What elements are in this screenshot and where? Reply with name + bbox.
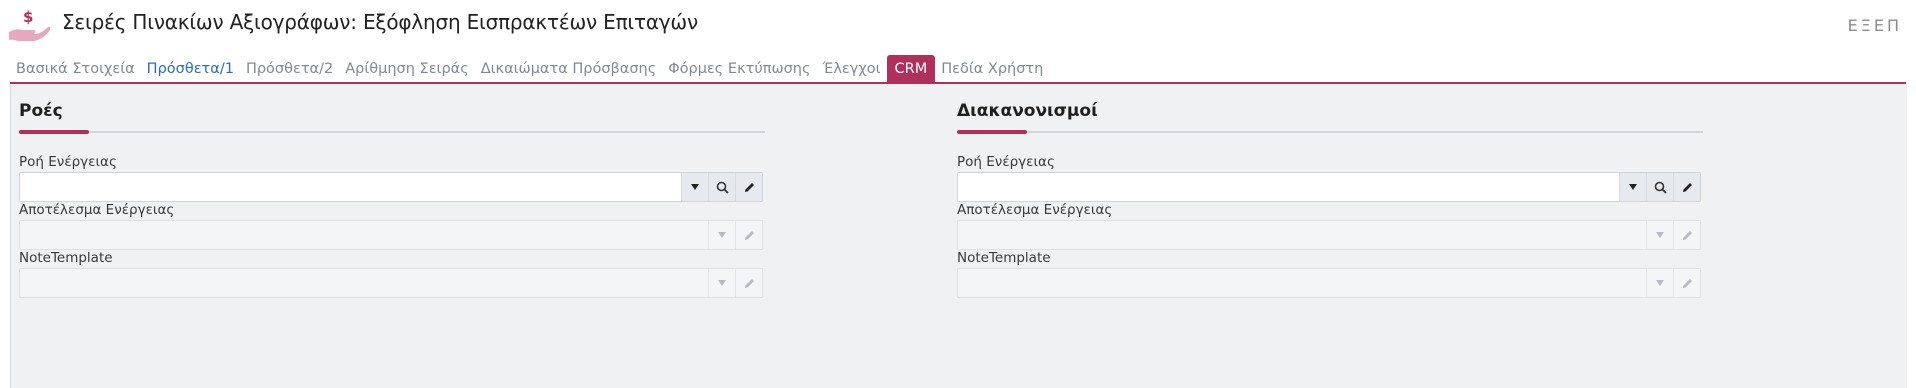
dropdown-arrow-icon bbox=[1646, 221, 1673, 249]
window-controls[interactable]: ΕΞΕΠ bbox=[1848, 16, 1902, 35]
section-accent-bar bbox=[957, 130, 1027, 134]
dropdown-arrow-icon[interactable] bbox=[1619, 173, 1646, 201]
note-template-field bbox=[957, 268, 1701, 298]
tab-series-numbering[interactable]: Αρίθμηση Σειράς bbox=[339, 55, 474, 83]
search-icon[interactable] bbox=[1646, 173, 1673, 201]
action-flow-field[interactable] bbox=[957, 172, 1701, 202]
action-result-field bbox=[19, 220, 763, 250]
window-header: $ Σειρές Πινακίων Αξιογράφων: Εξόφληση Ε… bbox=[0, 0, 1916, 52]
tab-bar: Βασικά Στοιχεία Πρόσθετα/1 Πρόσθετα/2 Αρ… bbox=[10, 55, 1049, 83]
tab-content-panel: Ροές Ροή Ενέργειας Αποτέλεσμα Ενέργειας bbox=[10, 84, 1907, 388]
note-template-input bbox=[20, 269, 676, 297]
field-label: Ροή Ενέργειας bbox=[957, 154, 1055, 170]
section-divider bbox=[957, 131, 1703, 133]
section-accent-bar bbox=[19, 130, 89, 134]
search-icon[interactable] bbox=[708, 173, 735, 201]
action-result-input bbox=[20, 221, 676, 249]
dropdown-arrow-icon[interactable] bbox=[681, 173, 708, 201]
dropdown-arrow-icon bbox=[708, 269, 735, 297]
hand-money-icon: $ bbox=[9, 8, 51, 41]
field-label: Αποτέλεσμα Ενέργειας bbox=[957, 202, 1113, 218]
field-label: NoteTemplate bbox=[957, 250, 1051, 266]
field-label: NoteTemplate bbox=[19, 250, 113, 266]
action-flow-input[interactable] bbox=[20, 173, 676, 201]
tab-basic-info[interactable]: Βασικά Στοιχεία bbox=[10, 55, 141, 83]
edit-pencil-icon bbox=[735, 221, 762, 249]
tab-user-fields[interactable]: Πεδία Χρήστη bbox=[935, 55, 1049, 83]
note-template-input bbox=[958, 269, 1614, 297]
action-flow-field[interactable] bbox=[19, 172, 763, 202]
tab-checks[interactable]: Έλεγχοι bbox=[817, 55, 887, 83]
field-label: Ροή Ενέργειας bbox=[19, 154, 117, 170]
action-result-field bbox=[957, 220, 1701, 250]
edit-pencil-icon bbox=[1673, 221, 1700, 249]
svg-text:$: $ bbox=[23, 8, 33, 26]
section-title: Ροές bbox=[19, 101, 63, 121]
section-divider bbox=[19, 131, 765, 133]
edit-pencil-icon[interactable] bbox=[735, 173, 762, 201]
tab-extra-2[interactable]: Πρόσθετα/2 bbox=[240, 55, 339, 83]
dropdown-arrow-icon bbox=[708, 221, 735, 249]
edit-pencil-icon[interactable] bbox=[1673, 173, 1700, 201]
field-label: Αποτέλεσμα Ενέργειας bbox=[19, 202, 175, 218]
action-flow-input[interactable] bbox=[958, 173, 1614, 201]
page-title: Σειρές Πινακίων Αξιογράφων: Εξόφληση Εισ… bbox=[62, 10, 698, 34]
edit-pencil-icon bbox=[735, 269, 762, 297]
tab-crm[interactable]: CRM bbox=[886, 55, 936, 83]
tab-extra-1[interactable]: Πρόσθετα/1 bbox=[141, 55, 240, 83]
tab-print-forms[interactable]: Φόρμες Εκτύπωσης bbox=[662, 55, 816, 83]
action-result-input bbox=[958, 221, 1614, 249]
dropdown-arrow-icon bbox=[1646, 269, 1673, 297]
section-title: Διακανονισμοί bbox=[957, 101, 1098, 121]
edit-pencil-icon bbox=[1673, 269, 1700, 297]
tab-access-rights[interactable]: Δικαιώματα Πρόσβασης bbox=[475, 55, 663, 83]
note-template-field bbox=[19, 268, 763, 298]
